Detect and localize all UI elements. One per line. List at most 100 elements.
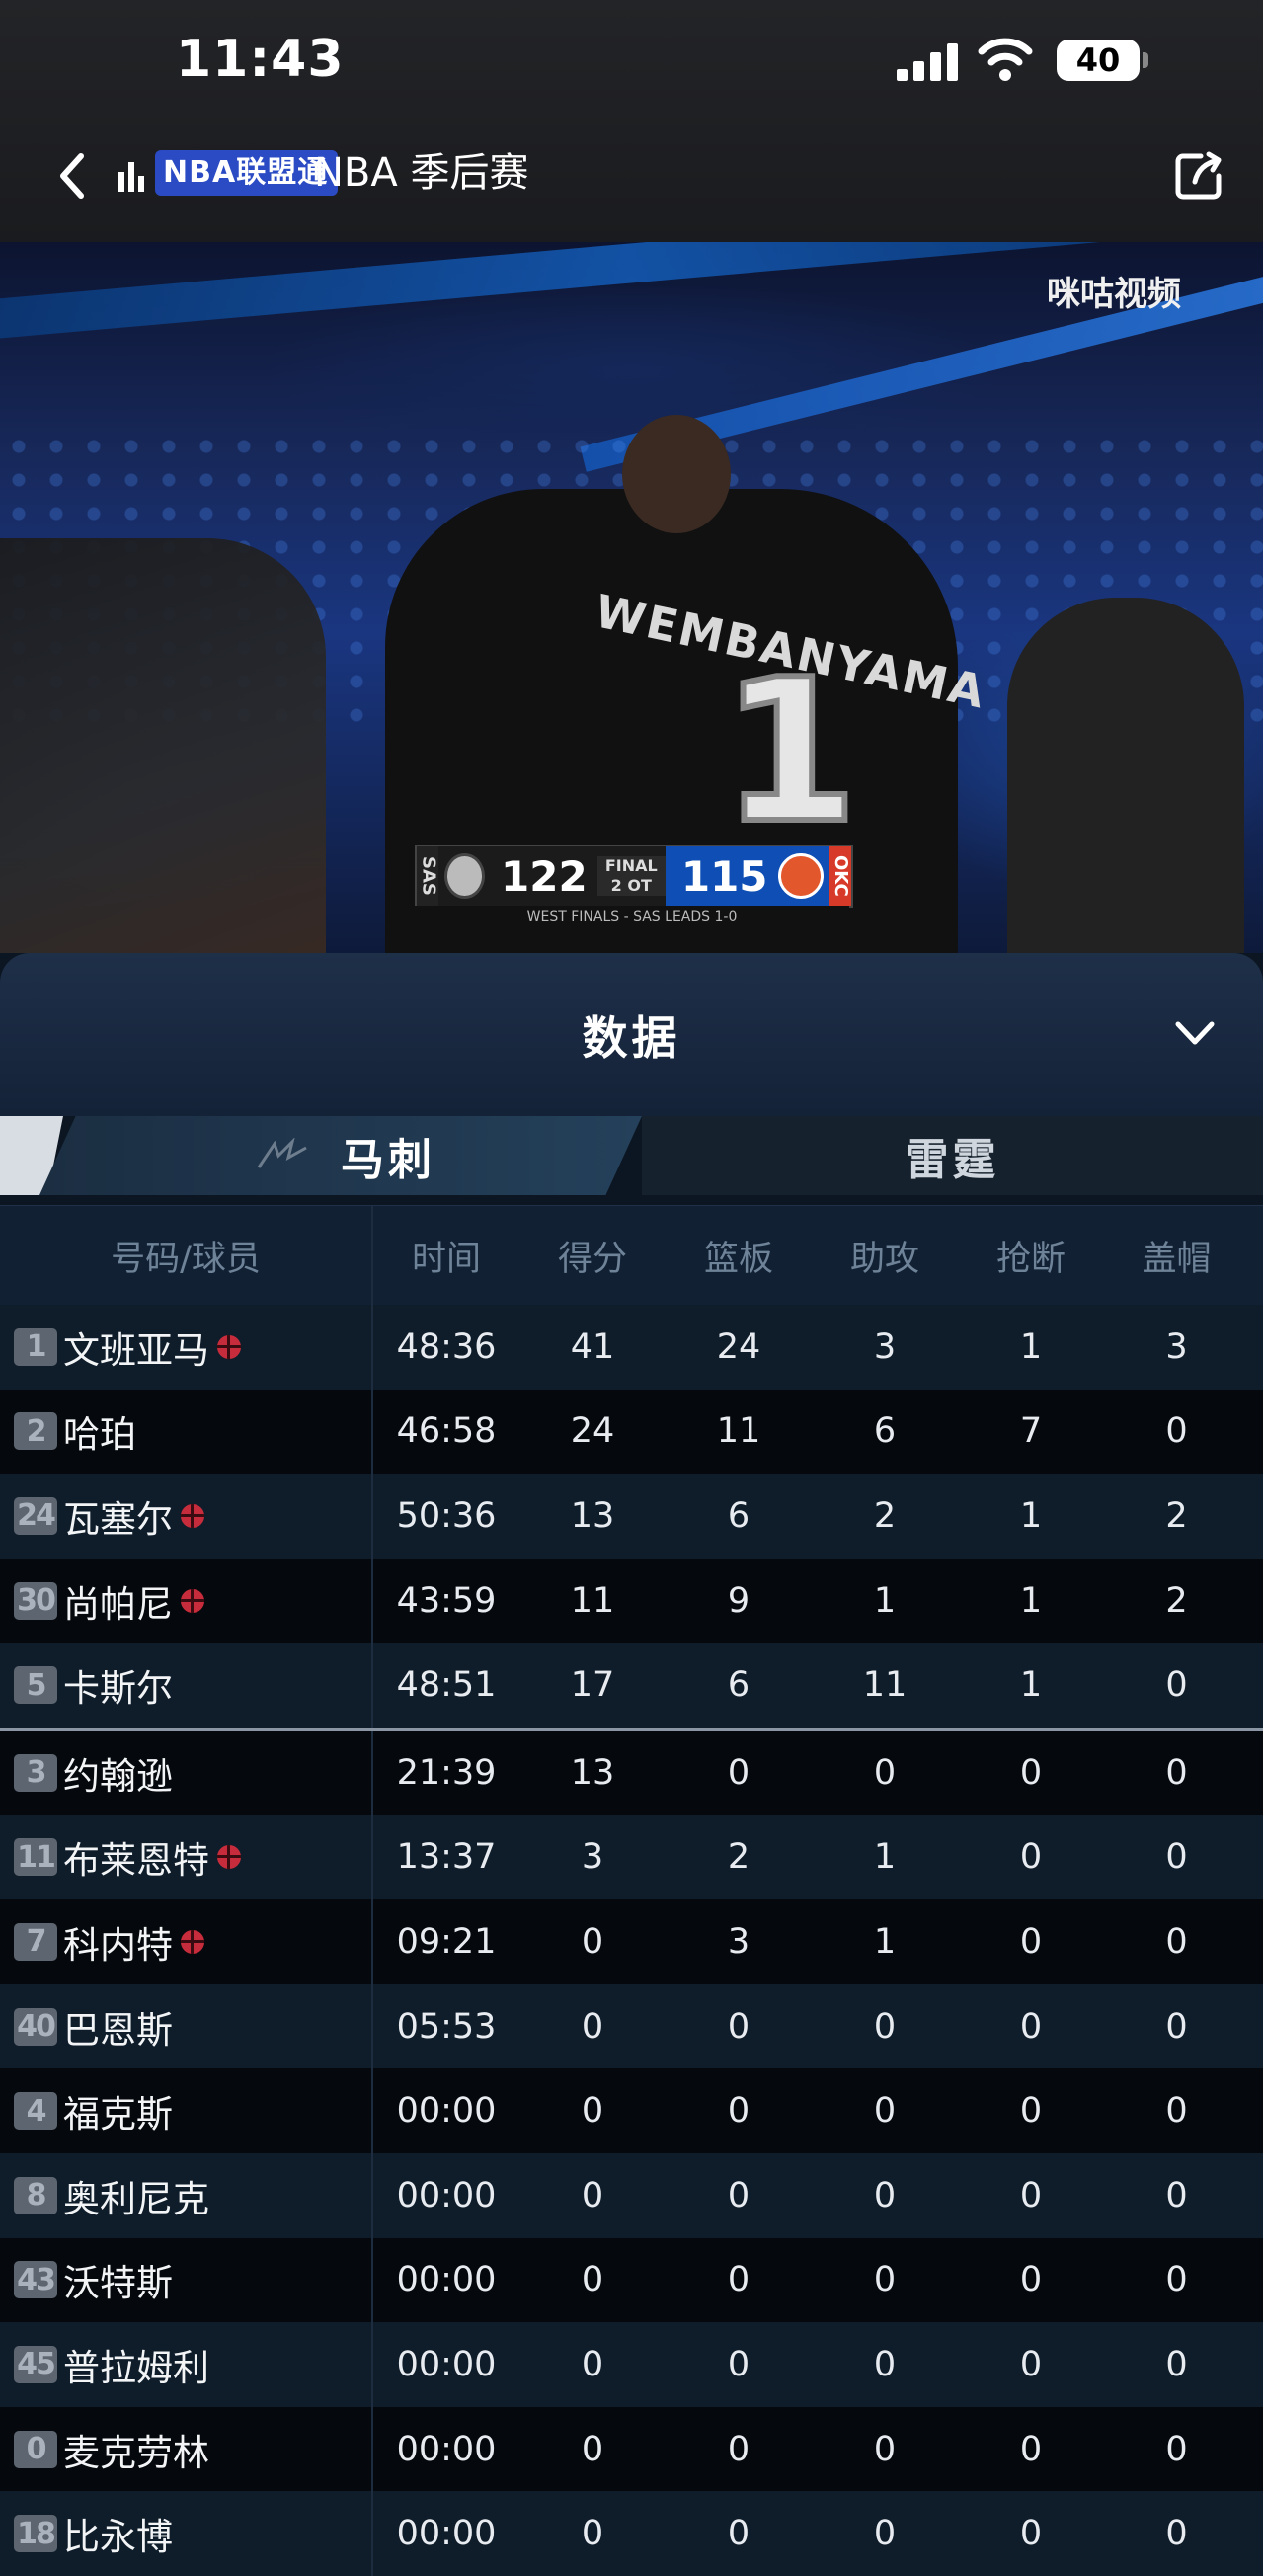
player-name[interactable]: 瓦塞尔 bbox=[63, 1489, 173, 1543]
stat-min: 09:21 bbox=[396, 1921, 497, 1962]
stat-stl: 7 bbox=[1019, 1411, 1043, 1452]
stat-pts: 0 bbox=[581, 2344, 604, 2384]
stat-ast: 0 bbox=[873, 2175, 897, 2215]
player-name[interactable]: 约翰逊 bbox=[63, 1746, 173, 1800]
stat-blk: 3 bbox=[1165, 1327, 1188, 1367]
stat-ast: 1 bbox=[873, 1837, 897, 1878]
series-status: WEST FINALS - SAS LEADS 1-0 bbox=[415, 906, 849, 927]
page-title: NBA 季后赛 bbox=[314, 150, 529, 196]
stat-stl: 0 bbox=[1019, 2344, 1043, 2384]
stat-stl: 0 bbox=[1019, 1837, 1043, 1878]
table-row[interactable]: 7 科内特 09:21 0 3 1 0 0 bbox=[0, 1899, 1263, 1984]
stat-pts: 0 bbox=[581, 1921, 604, 1962]
table-row[interactable]: 40 巴恩斯 05:53 0 0 0 0 0 bbox=[0, 1983, 1263, 2069]
jersey-number-badge: 11 bbox=[14, 1838, 57, 1877]
column-header[interactable]: 得分 bbox=[519, 1206, 666, 1305]
player-name[interactable]: 科内特 bbox=[63, 1915, 173, 1969]
table-row[interactable]: 45 普拉姆利 00:00 0 0 0 0 0 bbox=[0, 2322, 1263, 2407]
player-name[interactable]: 麦克劳林 bbox=[63, 2423, 209, 2476]
player-name[interactable]: 比永博 bbox=[63, 2507, 173, 2560]
basketball-icon bbox=[217, 1845, 241, 1870]
cellular-signal-icon bbox=[897, 41, 958, 81]
stat-reb: 0 bbox=[727, 2175, 750, 2215]
video-watermark: 咪咕视频 bbox=[1047, 275, 1181, 314]
stat-pts: 0 bbox=[581, 2429, 604, 2469]
table-row[interactable]: 5 卡斯尔 48:51 17 6 11 1 0 bbox=[0, 1643, 1263, 1728]
table-row[interactable]: 4 福克斯 00:00 0 0 0 0 0 bbox=[0, 2068, 1263, 2153]
stat-blk: 0 bbox=[1165, 2175, 1188, 2215]
column-header[interactable]: 时间 bbox=[373, 1206, 519, 1305]
stat-min: 48:51 bbox=[396, 1665, 497, 1706]
column-header[interactable]: 号码/球员 bbox=[0, 1206, 373, 1305]
column-header[interactable]: 篮板 bbox=[666, 1206, 812, 1305]
stat-reb: 2 bbox=[727, 1837, 750, 1878]
stat-min: 13:37 bbox=[396, 1837, 497, 1878]
player-name[interactable]: 沃特斯 bbox=[63, 2253, 173, 2306]
stat-reb: 0 bbox=[727, 2429, 750, 2469]
stat-min: 00:00 bbox=[396, 2429, 497, 2469]
jersey-number-badge: 4 bbox=[14, 2092, 57, 2131]
player-name[interactable]: 普拉姆利 bbox=[63, 2338, 209, 2391]
stat-min: 21:39 bbox=[396, 1752, 497, 1793]
thunder-logo-icon bbox=[777, 853, 824, 899]
table-row[interactable]: 18 比永博 00:00 0 0 0 0 0 bbox=[0, 2491, 1263, 2576]
player-name[interactable]: 哈珀 bbox=[63, 1405, 136, 1458]
stat-pts: 0 bbox=[581, 2260, 604, 2300]
stat-pts: 41 bbox=[570, 1327, 615, 1367]
column-header[interactable]: 助攻 bbox=[812, 1206, 958, 1305]
table-row[interactable]: 43 沃特斯 00:00 0 0 0 0 0 bbox=[0, 2237, 1263, 2323]
player-name[interactable]: 奥利尼克 bbox=[63, 2169, 209, 2222]
tab-thunder[interactable]: 雷霆 bbox=[642, 1116, 1263, 1195]
chevron-down-icon[interactable] bbox=[1170, 1014, 1220, 1054]
stats-panel-header: 数据 bbox=[0, 953, 1263, 1116]
table-row[interactable]: 11 布莱恩特 13:37 3 2 1 0 0 bbox=[0, 1814, 1263, 1900]
stat-ast: 1 bbox=[873, 1921, 897, 1962]
table-row[interactable]: 8 奥利尼克 00:00 0 0 0 0 0 bbox=[0, 2152, 1263, 2238]
table-row[interactable]: 0 麦克劳林 00:00 0 0 0 0 0 bbox=[0, 2406, 1263, 2492]
player-name[interactable]: 文班亚马 bbox=[63, 1321, 209, 1374]
column-header[interactable]: 抢断 bbox=[958, 1206, 1104, 1305]
column-header[interactable]: 盖帽 bbox=[1104, 1206, 1249, 1305]
stat-reb: 3 bbox=[727, 1921, 750, 1962]
player-name[interactable]: 巴恩斯 bbox=[63, 2000, 173, 2053]
table-row[interactable]: 24 瓦塞尔 50:36 13 6 2 1 2 bbox=[0, 1474, 1263, 1559]
player-name[interactable]: 卡斯尔 bbox=[63, 1658, 173, 1712]
table-row[interactable]: 1 文班亚马 48:36 41 24 3 1 3 bbox=[0, 1305, 1263, 1390]
stat-blk: 0 bbox=[1165, 1665, 1188, 1706]
player-cell: 30 尚帕尼 bbox=[0, 1558, 373, 1644]
jersey-number-badge: 43 bbox=[14, 2261, 57, 2299]
stats-panel-title: 数据 bbox=[582, 1011, 681, 1065]
jersey-number: 1 bbox=[718, 634, 861, 870]
share-icon[interactable] bbox=[1173, 150, 1224, 201]
stat-pts: 13 bbox=[570, 1495, 615, 1536]
table-row[interactable]: 30 尚帕尼 43:59 11 9 1 1 2 bbox=[0, 1558, 1263, 1644]
stat-stl: 0 bbox=[1019, 1752, 1043, 1793]
stat-stl: 0 bbox=[1019, 2260, 1043, 2300]
stat-ast: 0 bbox=[873, 2091, 897, 2132]
jersey-number-badge: 30 bbox=[14, 1581, 57, 1620]
tab-spurs[interactable]: 马刺 bbox=[39, 1116, 642, 1195]
player-name[interactable]: 福克斯 bbox=[63, 2084, 173, 2137]
stat-min: 00:00 bbox=[396, 2514, 497, 2554]
stat-ast: 0 bbox=[873, 2429, 897, 2469]
stat-min: 00:00 bbox=[396, 2175, 497, 2215]
stat-reb: 0 bbox=[727, 2344, 750, 2384]
stat-stl: 0 bbox=[1019, 2514, 1043, 2554]
spurs-logo-icon bbox=[444, 853, 486, 899]
stat-reb: 0 bbox=[727, 2260, 750, 2300]
table-row[interactable]: 2 哈珀 46:58 24 11 6 7 0 bbox=[0, 1389, 1263, 1475]
video-player[interactable]: WEMBANYAMA 1 咪咕视频 SAS 122 FINAL 2 OT 115… bbox=[0, 242, 1263, 953]
stats-panel: 数据 马刺 雷霆 号码/球员 时间 得分 篮板 助攻 抢断 盖帽 1 文班亚马 … bbox=[0, 953, 1263, 2576]
reporter-figure bbox=[1007, 598, 1244, 953]
stat-min: 48:36 bbox=[396, 1327, 497, 1367]
table-row[interactable]: 3 约翰逊 21:39 13 0 0 0 0 bbox=[0, 1727, 1263, 1815]
jersey-number-badge: 45 bbox=[14, 2345, 57, 2383]
back-button[interactable] bbox=[47, 148, 97, 203]
player-name[interactable]: 布莱恩特 bbox=[63, 1830, 209, 1884]
nba-brand-badge[interactable]: NBA联盟通 bbox=[155, 150, 339, 196]
stat-ast: 6 bbox=[873, 1411, 897, 1452]
player-name[interactable]: 尚帕尼 bbox=[63, 1574, 173, 1628]
stat-stl: 0 bbox=[1019, 2091, 1043, 2132]
jersey-number-badge: 40 bbox=[14, 2007, 57, 2046]
stat-min: 50:36 bbox=[396, 1495, 497, 1536]
